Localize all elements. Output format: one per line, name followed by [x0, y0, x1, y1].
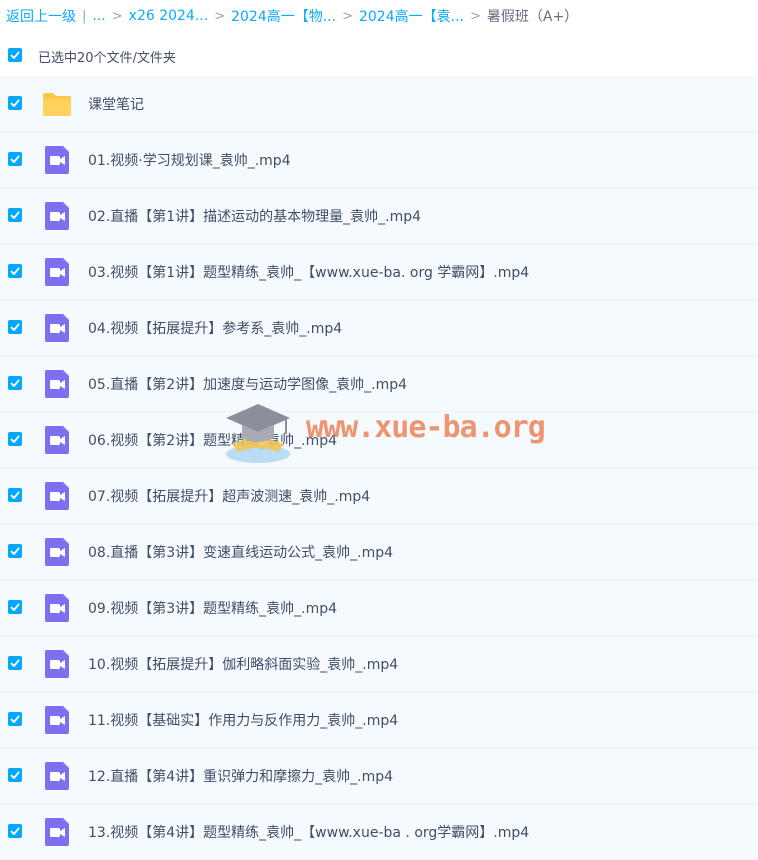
video-file-icon	[45, 650, 69, 678]
file-name[interactable]: 05.直播【第2讲】加速度与运动学图像_袁帅_.mp4	[88, 374, 407, 394]
file-row[interactable]: 12.直播【第4讲】重识弹力和摩擦力_袁帅_.mp4	[0, 748, 758, 804]
file-checkbox[interactable]	[8, 544, 22, 558]
file-name[interactable]: 02.直播【第1讲】描述运动的基本物理量_袁帅_.mp4	[88, 206, 421, 226]
file-name[interactable]: 07.视频【拓展提升】超声波测速_袁帅_.mp4	[88, 486, 370, 506]
checkmark-icon	[10, 771, 20, 779]
breadcrumb-divider: |	[82, 8, 87, 24]
file-checkbox[interactable]	[8, 264, 22, 278]
file-checkbox[interactable]	[8, 208, 22, 222]
checkmark-icon	[10, 603, 20, 611]
file-name[interactable]: 11.视频【基础实】作用力与反作用力_袁帅_.mp4	[88, 710, 398, 730]
checkmark-icon	[10, 51, 20, 59]
selection-bar: 已选中20个文件/文件夹	[0, 38, 758, 72]
breadcrumb: 返回上一级 | ... > x26 2024... > 2024高一【物... …	[0, 0, 758, 32]
checkmark-icon	[10, 491, 20, 499]
chevron-right-icon: >	[214, 8, 226, 24]
file-name[interactable]: 04.视频【拓展提升】参考系_袁帅_.mp4	[88, 318, 342, 338]
video-file-icon	[45, 594, 69, 622]
file-checkbox[interactable]	[8, 824, 22, 838]
video-file-icon	[45, 146, 69, 174]
checkmark-icon	[10, 547, 20, 555]
file-row[interactable]: 09.视频【第3讲】题型精练_袁帅_.mp4	[0, 580, 758, 636]
file-name[interactable]: 10.视频【拓展提升】伽利略斜面实验_袁帅_.mp4	[88, 654, 398, 674]
video-file-icon	[45, 426, 69, 454]
file-row[interactable]: 07.视频【拓展提升】超声波测速_袁帅_.mp4	[0, 468, 758, 524]
file-row[interactable]: 01.视频·学习规划课_袁帅_.mp4	[0, 132, 758, 188]
chevron-right-icon: >	[342, 8, 353, 24]
file-checkbox[interactable]	[8, 96, 22, 110]
checkmark-icon	[10, 99, 20, 107]
breadcrumb-current: 暑假班（A+）	[486, 9, 579, 25]
chevron-right-icon: >	[111, 8, 123, 24]
checkmark-icon	[10, 211, 20, 219]
file-name[interactable]: 12.直播【第4讲】重识弹力和摩擦力_袁帅_.mp4	[88, 766, 393, 786]
file-checkbox[interactable]	[8, 768, 22, 782]
chevron-right-icon: >	[469, 8, 481, 24]
selection-count: 已选中20个文件/文件夹	[38, 51, 176, 66]
video-file-icon	[45, 370, 69, 398]
file-checkbox[interactable]	[8, 488, 22, 502]
video-file-icon	[45, 258, 69, 286]
file-checkbox[interactable]	[8, 432, 22, 446]
checkmark-icon	[10, 155, 20, 163]
checkmark-icon	[10, 379, 20, 387]
file-checkbox[interactable]	[8, 712, 22, 726]
breadcrumb-item[interactable]: 2024高一【物...	[231, 6, 336, 26]
checkmark-icon	[10, 715, 20, 723]
file-row[interactable]: 11.视频【基础实】作用力与反作用力_袁帅_.mp4	[0, 692, 758, 748]
file-row[interactable]: 04.视频【拓展提升】参考系_袁帅_.mp4	[0, 300, 758, 356]
file-row[interactable]: 08.直播【第3讲】变速直线运动公式_袁帅_.mp4	[0, 524, 758, 580]
file-list: 课堂笔记 01.视频·学习规划课_袁帅_.mp4 02.直播【第1讲】描述运动的基本…	[0, 76, 758, 860]
file-row[interactable]: 课堂笔记	[0, 76, 758, 132]
file-name[interactable]: 08.直播【第3讲】变速直线运动公式_袁帅_.mp4	[88, 542, 393, 562]
folder-icon	[43, 93, 71, 116]
file-name[interactable]: 09.视频【第3讲】题型精练_袁帅_.mp4	[88, 598, 337, 618]
video-file-icon	[45, 706, 69, 734]
file-name[interactable]: 课堂笔记	[88, 94, 144, 114]
file-checkbox[interactable]	[8, 656, 22, 670]
file-checkbox[interactable]	[8, 320, 22, 334]
back-link[interactable]: 返回上一级	[6, 6, 76, 26]
file-row[interactable]: 10.视频【拓展提升】伽利略斜面实验_袁帅_.mp4	[0, 636, 758, 692]
breadcrumb-item[interactable]: x26 2024...	[129, 8, 209, 24]
video-file-icon	[45, 818, 69, 846]
breadcrumb-item[interactable]: 2024高一【袁...	[359, 6, 464, 26]
file-name[interactable]: 13.视频【第4讲】题型精练_袁帅_【www.xue-ba . org学霸网】.…	[88, 822, 529, 842]
checkmark-icon	[10, 435, 20, 443]
video-file-icon	[45, 314, 69, 342]
file-name[interactable]: 06.视频【第2讲】题型精练_袁帅_.mp4	[88, 430, 337, 450]
video-file-icon	[45, 762, 69, 790]
file-row[interactable]: 02.直播【第1讲】描述运动的基本物理量_袁帅_.mp4	[0, 188, 758, 244]
file-row[interactable]: 03.视频【第1讲】题型精练_袁帅_【www.xue-ba. org 学霸网】.…	[0, 244, 758, 300]
checkmark-icon	[10, 323, 20, 331]
checkmark-icon	[10, 659, 20, 667]
checkmark-icon	[10, 827, 20, 835]
video-file-icon	[45, 538, 69, 566]
video-file-icon	[45, 482, 69, 510]
file-checkbox[interactable]	[8, 152, 22, 166]
video-file-icon	[45, 202, 69, 230]
file-row[interactable]: 06.视频【第2讲】题型精练_袁帅_.mp4	[0, 412, 758, 468]
file-name[interactable]: 01.视频·学习规划课_袁帅_.mp4	[88, 150, 291, 170]
file-checkbox[interactable]	[8, 376, 22, 390]
file-row[interactable]: 13.视频【第4讲】题型精练_袁帅_【www.xue-ba . org学霸网】.…	[0, 804, 758, 860]
file-row[interactable]: 05.直播【第2讲】加速度与运动学图像_袁帅_.mp4	[0, 356, 758, 412]
checkmark-icon	[10, 267, 20, 275]
select-all-checkbox[interactable]	[8, 48, 22, 62]
breadcrumb-ellipsis[interactable]: ...	[92, 8, 105, 24]
file-name[interactable]: 03.视频【第1讲】题型精练_袁帅_【www.xue-ba. org 学霸网】.…	[88, 262, 529, 282]
file-checkbox[interactable]	[8, 600, 22, 614]
